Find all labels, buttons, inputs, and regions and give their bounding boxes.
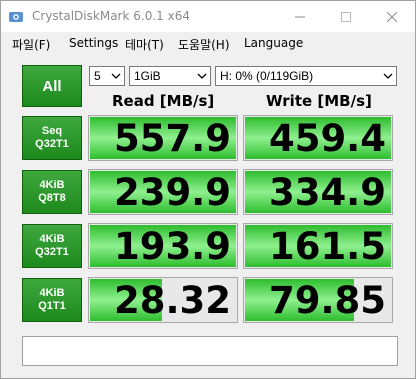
read-result-4kib-q8t8: 239.9 [88, 169, 238, 215]
write-value: 459.4 [268, 117, 386, 160]
write-value: 161.5 [268, 225, 386, 268]
row-label-line2: Q32T1 [35, 138, 69, 150]
minimize-button[interactable] [277, 1, 323, 32]
read-result-4kib-q1t1: 28.32 [88, 277, 238, 323]
comment-field[interactable] [22, 336, 398, 366]
menu-help[interactable]: 도움말(H) [178, 36, 230, 53]
window-title: CrystalDiskMark 6.0.1 x64 [32, 9, 190, 23]
test-count-value: 5 [94, 69, 101, 83]
title-bar: CrystalDiskMark 6.0.1 x64 [1, 1, 415, 32]
chevron-down-icon [111, 73, 121, 79]
menu-language[interactable]: Language [244, 36, 303, 50]
read-result-seq-q32t1: 557.9 [88, 115, 238, 161]
drive-value: H: 0% (0/119GiB) [220, 69, 314, 83]
read-value: 28.32 [113, 279, 231, 322]
row-label-line2: Q32T1 [35, 246, 69, 258]
row-label-line1: 4KiB [39, 179, 65, 191]
read-value: 557.9 [113, 117, 231, 160]
app-window: CrystalDiskMark 6.0.1 x64 파일(F) Settings… [0, 0, 416, 379]
row-label-line1: 4KiB [39, 287, 65, 299]
row-label-line1: Seq [41, 125, 63, 137]
write-result-4kib-q32t1: 161.5 [243, 223, 393, 269]
menu-theme[interactable]: 테마(T) [125, 36, 164, 53]
write-result-4kib-q1t1: 79.85 [243, 277, 393, 323]
4kib-q1t1-button[interactable]: 4KiB Q1T1 [22, 278, 82, 322]
close-icon [387, 11, 397, 22]
test-count-select[interactable]: 5 [89, 66, 125, 86]
seq-q32t1-button[interactable]: Seq Q32T1 [22, 116, 82, 160]
menu-file[interactable]: 파일(F) [12, 36, 50, 53]
close-button[interactable] [369, 1, 415, 32]
chevron-down-icon [197, 73, 207, 79]
test-size-value: 1GiB [134, 69, 161, 83]
read-result-4kib-q32t1: 193.9 [88, 223, 238, 269]
4kib-q32t1-button[interactable]: 4KiB Q32T1 [22, 224, 82, 268]
write-value: 79.85 [268, 279, 386, 322]
4kib-q8t8-button[interactable]: 4KiB Q8T8 [22, 170, 82, 214]
row-label-line2: Q1T1 [38, 300, 66, 312]
row-label-line2: Q8T8 [38, 192, 66, 204]
chevron-down-icon [383, 73, 393, 79]
menu-bar: 파일(F) Settings 테마(T) 도움말(H) Language [1, 32, 415, 54]
write-value: 334.9 [268, 171, 386, 214]
maximize-button[interactable] [323, 1, 369, 32]
test-size-select[interactable]: 1GiB [129, 66, 211, 86]
maximize-icon [341, 11, 351, 22]
write-header: Write [MB/s] [266, 92, 372, 110]
disk-app-icon [9, 12, 23, 22]
menu-settings[interactable]: Settings [69, 36, 118, 50]
write-result-4kib-q8t8: 334.9 [243, 169, 393, 215]
minimize-icon [295, 16, 305, 17]
drive-select[interactable]: H: 0% (0/119GiB) [215, 66, 397, 86]
write-result-seq-q32t1: 459.4 [243, 115, 393, 161]
row-label-line1: 4KiB [39, 233, 65, 245]
read-value: 239.9 [113, 171, 231, 214]
read-header: Read [MB/s] [112, 92, 215, 110]
all-button[interactable]: All [22, 65, 82, 107]
read-value: 193.9 [113, 225, 231, 268]
